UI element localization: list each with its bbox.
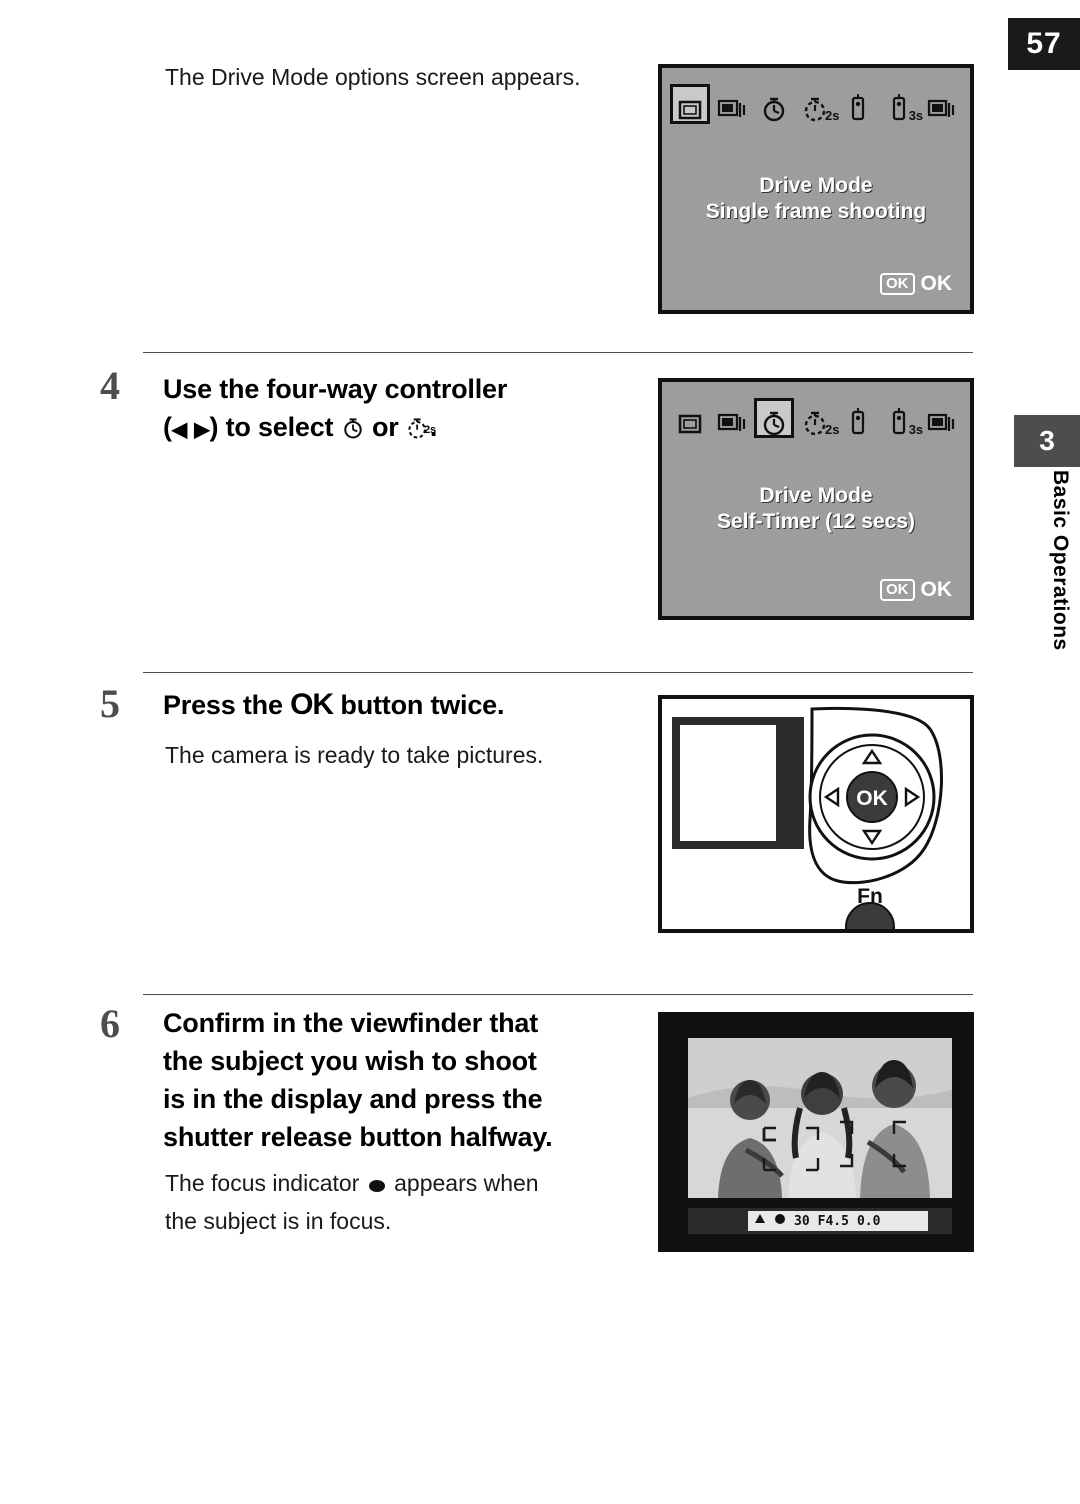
self-timer-2s-inline-icon: 2s <box>406 412 436 450</box>
remote-control-3s-icon[interactable]: 3s <box>883 88 923 123</box>
drive-mode-subtitle-2: Self-Timer (12 secs) <box>716 510 916 533</box>
remote-3s-sublabel: 3s <box>908 108 924 123</box>
self-timer-12s-icon[interactable] <box>758 88 791 122</box>
chapter-number: 3 <box>1039 425 1055 456</box>
step-6-title-line1: Confirm in the viewfinder that <box>163 1008 539 1038</box>
ok-label-1: OK <box>920 272 953 295</box>
step-4-title-line2: (◀ ▶) to select or 2s . <box>163 408 633 450</box>
step-4-or-text: or <box>371 412 399 442</box>
step-4-title: Use the four-way controller (◀ ▶) to sel… <box>163 370 633 450</box>
page-number-tab: 57 <box>1008 18 1080 70</box>
step-4-title-line1: Use the four-way controller <box>163 374 508 404</box>
step-5-number: 5 <box>100 681 120 726</box>
left-arrow-icon: ◀ <box>171 419 187 441</box>
step-4-number: 4 <box>100 363 120 408</box>
continuous-shooting-icon-2[interactable] <box>716 402 749 436</box>
shutter-speed-value: 30 <box>794 1213 810 1229</box>
ev-value: 0.0 <box>856 1213 881 1229</box>
inline-2s-sublabel: 2s <box>424 424 436 436</box>
self-timer-2s-icon[interactable]: 2s <box>800 88 839 123</box>
focus-indicator-icon <box>366 1170 388 1204</box>
step-6-title-line4: shutter release button halfway. <box>163 1122 553 1152</box>
step-4-select-text: ) to select <box>209 412 334 442</box>
self-timer-12s-icon-2[interactable] <box>753 398 794 438</box>
step-6-title-line3: is in the display and press the <box>163 1084 543 1114</box>
step-5-title-suffix: button twice. <box>340 690 505 720</box>
viewfinder-readout: 30 F4.5 0.0 <box>748 1211 928 1231</box>
camera-back-svg: OK Fn <box>672 706 943 929</box>
ok-button-glyph: OK <box>290 688 334 721</box>
lcd-ok-indicator-2[interactable]: OK OK <box>880 578 952 602</box>
exposure-bracketing-icon[interactable] <box>925 88 958 122</box>
step-6-body-b: appears when <box>394 1170 539 1196</box>
aperture-value: F4.5 <box>817 1213 849 1229</box>
continuous-shooting-icon[interactable] <box>716 88 749 122</box>
camera-ok-label: OK <box>856 787 888 810</box>
ok-badge-2: OK <box>880 579 915 601</box>
focus-dot-icon <box>774 1213 786 1229</box>
remote-control-icon[interactable] <box>841 88 874 122</box>
step-6-number: 6 <box>100 1001 120 1046</box>
viewfinder-info-bar: 30 F4.5 0.0 <box>688 1208 952 1234</box>
step-6-title: Confirm in the viewfinder that the subje… <box>163 1004 643 1156</box>
drive-mode-subtitle-1: Single frame shooting <box>705 200 927 223</box>
step-6-body-c: the subject is in focus. <box>165 1208 392 1234</box>
single-frame-icon-2[interactable] <box>674 402 707 436</box>
step-6-title-line2: the subject you wish to shoot <box>163 1046 537 1076</box>
step-6-body: The focus indicator appears when the sub… <box>165 1166 635 1238</box>
page-number: 57 <box>1026 27 1062 60</box>
lcd-screen-single-frame: 2s 3s Drive Mode Single frame shooting O… <box>658 64 974 314</box>
divider-step-5 <box>143 672 973 673</box>
self-timer-2s-sublabel: 2s <box>824 108 840 123</box>
single-frame-icon[interactable] <box>670 84 710 124</box>
focus-indicator-readout-icon <box>754 1213 766 1229</box>
step-5-title: Press the OK button twice. <box>163 686 633 724</box>
divider-step-6 <box>143 994 973 995</box>
remote-3s-sublabel-2: 3s <box>908 422 924 437</box>
drive-mode-icon-bar-2: 2s 3s <box>674 396 958 442</box>
chapter-number-tab: 3 <box>1014 415 1080 467</box>
divider-step-4 <box>143 352 973 353</box>
exposure-bracketing-icon-2[interactable] <box>925 402 958 436</box>
step-5-body: The camera is ready to take pictures. <box>165 742 544 768</box>
drive-mode-title-1: Drive Mode <box>759 174 873 197</box>
camera-back-illustration: OK Fn <box>658 695 974 933</box>
step-6-body-a: The focus indicator <box>165 1170 360 1196</box>
step-5-title-prefix: Press the <box>163 690 283 720</box>
right-arrow-icon: ▶ <box>194 419 210 441</box>
lcd-screen-self-timer: 2s 3s Drive Mode Self-Timer (12 secs) OK… <box>658 378 974 620</box>
viewfinder-illustration: 30 F4.5 0.0 <box>658 1012 974 1252</box>
ok-label-2: OK <box>920 578 953 601</box>
paren-open: ( <box>163 412 172 442</box>
remote-control-3s-icon-2[interactable]: 3s <box>883 402 923 437</box>
chapter-label: Basic Operations <box>1049 470 1072 651</box>
ok-badge-1: OK <box>880 273 915 295</box>
lcd-ok-indicator-1[interactable]: OK OK <box>880 272 952 296</box>
drive-mode-icon-bar: 2s 3s <box>670 82 958 128</box>
remote-control-icon-2[interactable] <box>841 402 874 436</box>
intro-text: The Drive Mode options screen appears. <box>165 64 581 90</box>
viewfinder-photo <box>688 1038 952 1198</box>
self-timer-12s-inline-icon <box>341 412 365 450</box>
self-timer-2s-icon-2[interactable]: 2s <box>800 402 839 437</box>
self-timer-2s-sublabel-2: 2s <box>824 422 840 437</box>
photo-subjects-svg <box>688 1038 952 1198</box>
drive-mode-title-2: Drive Mode <box>759 484 873 507</box>
